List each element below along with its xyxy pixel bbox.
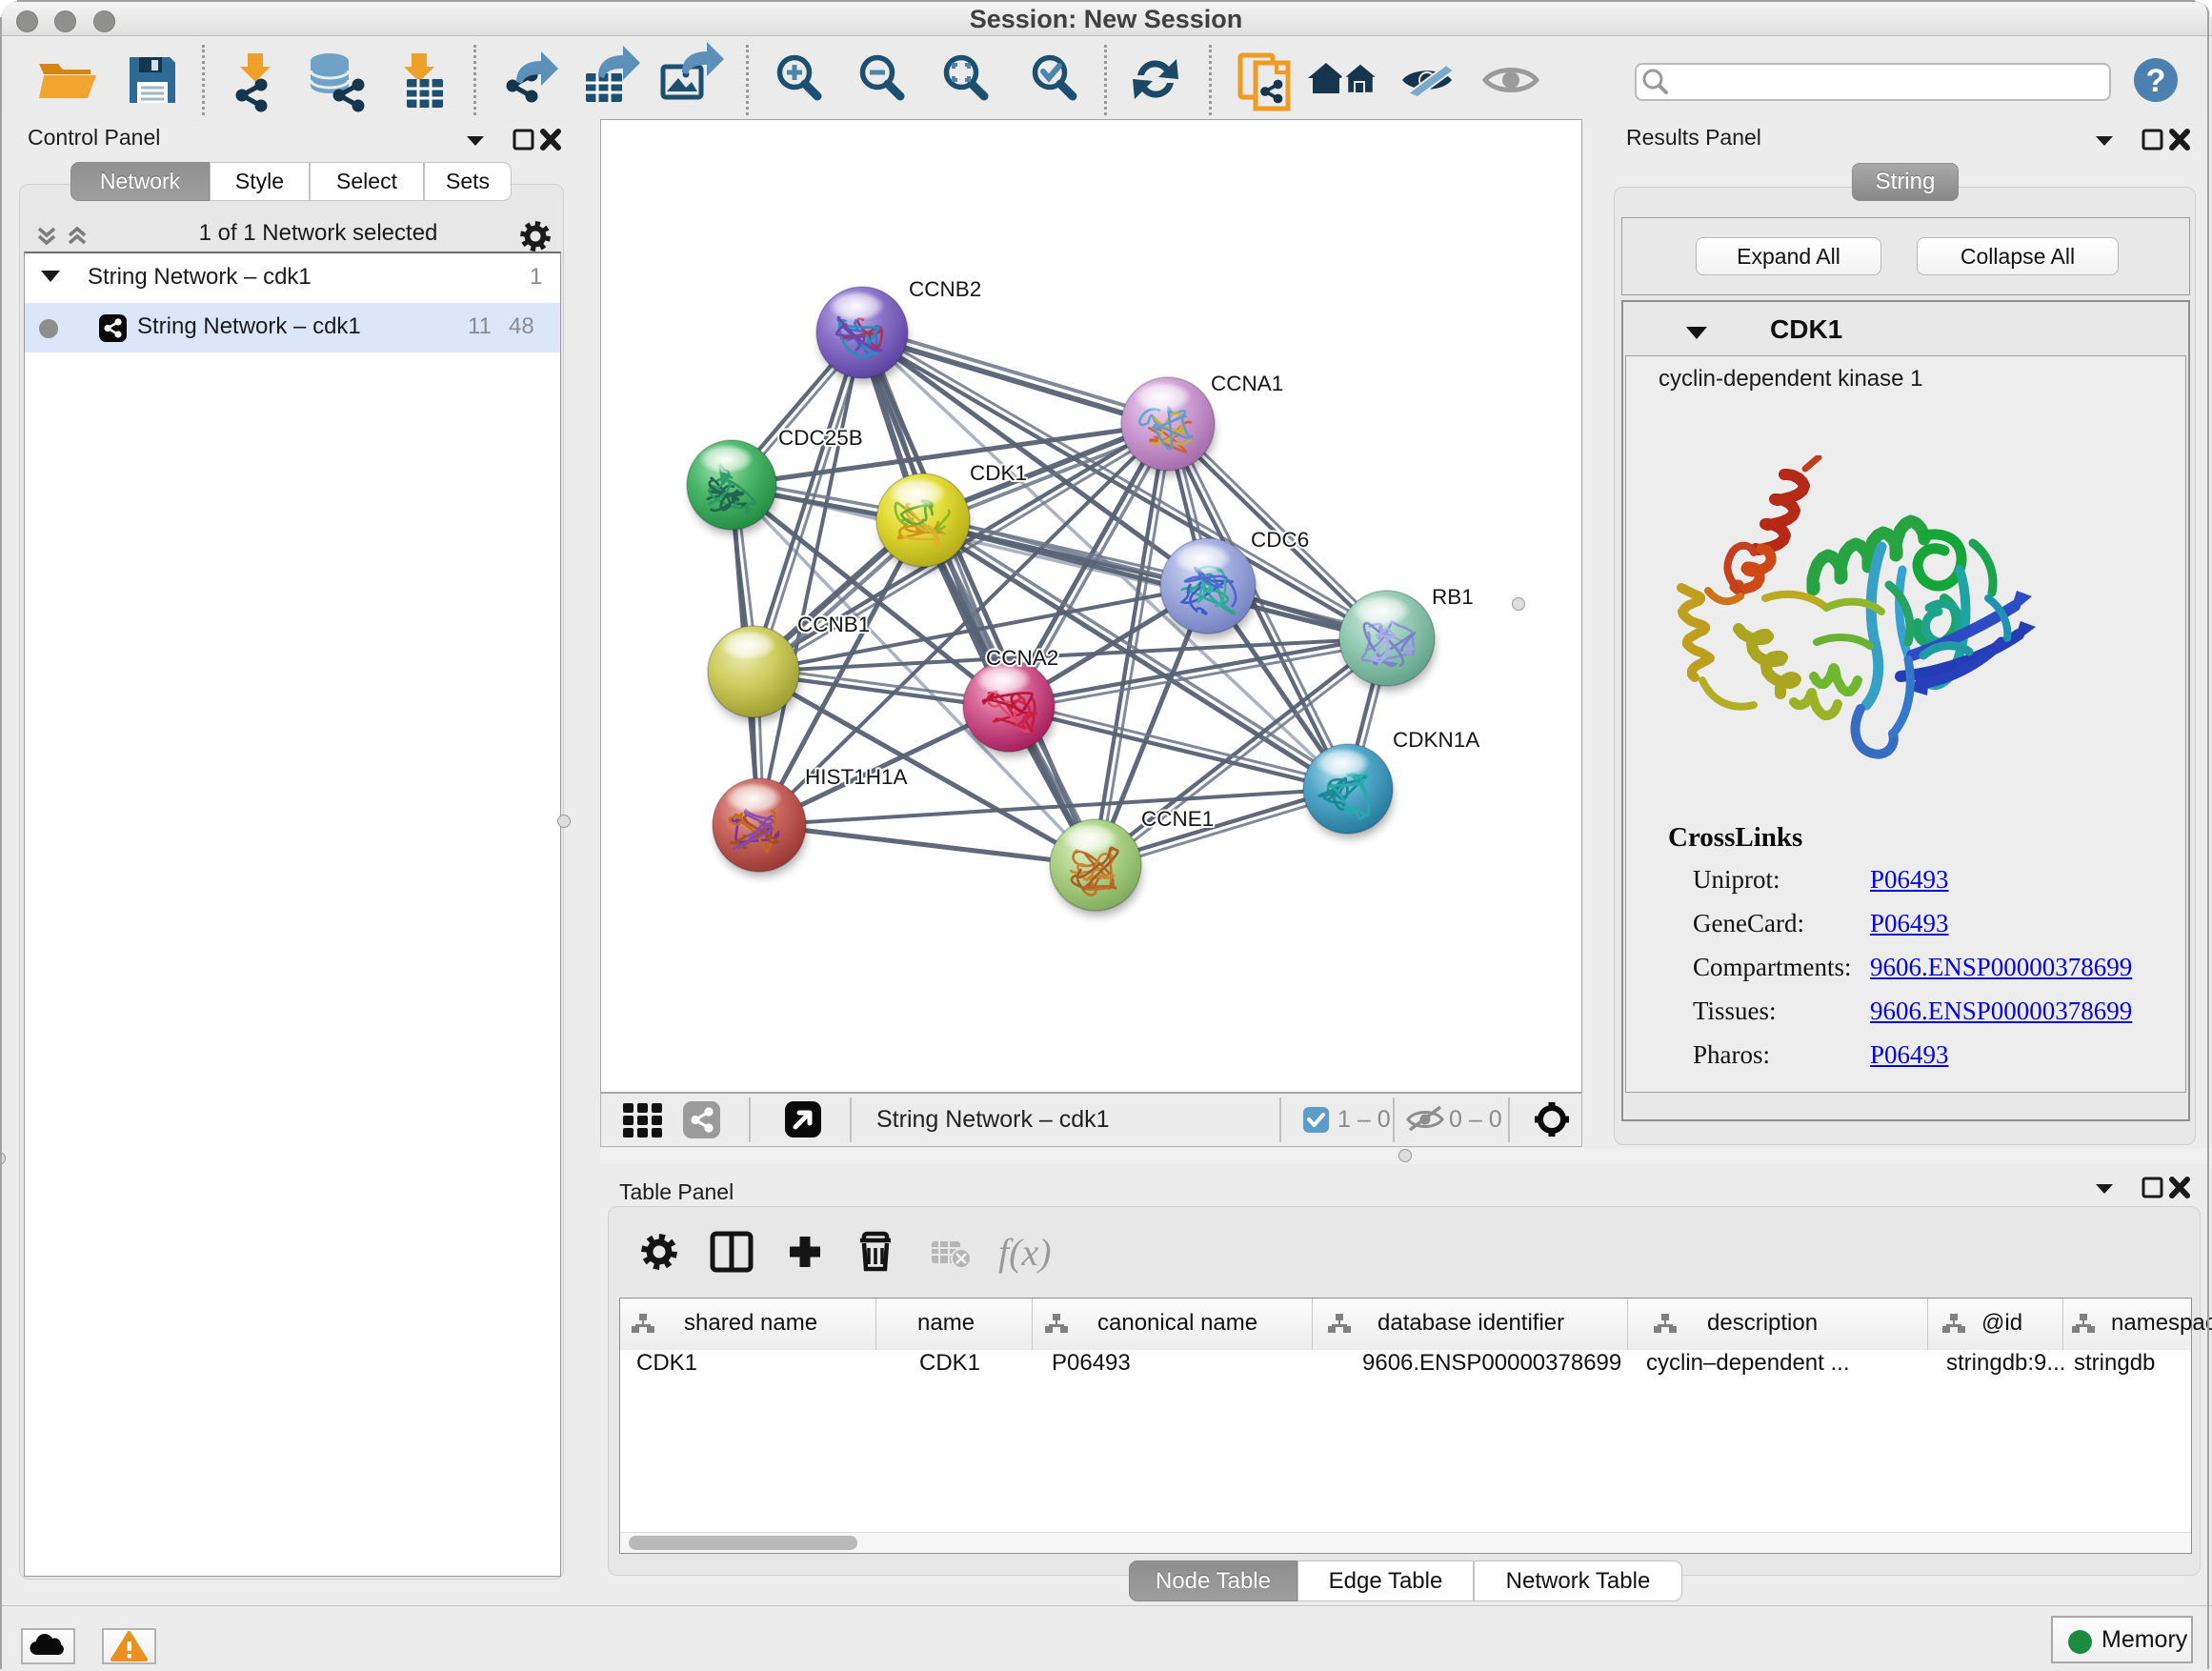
svg-text:f(x): f(x) [998, 1231, 1052, 1274]
svg-text:CCNA1: CCNA1 [1211, 372, 1283, 395]
svg-text:CDKN1A: CDKN1A [1393, 728, 1479, 752]
svg-text:CCNB2: CCNB2 [909, 277, 981, 301]
svg-text:CCNE1: CCNE1 [1141, 807, 1214, 831]
svg-text:CDC25B: CDC25B [778, 426, 863, 450]
svg-text:CCNB1: CCNB1 [797, 613, 870, 636]
svg-text:0 – 0: 0 – 0 [1449, 1106, 1502, 1133]
svg-text:CDK1: CDK1 [970, 461, 1027, 485]
svg-text:String Network – cdk1: String Network – cdk1 [876, 1106, 1110, 1133]
svg-text:CCNA2: CCNA2 [986, 646, 1058, 670]
svg-text:?: ? [2146, 63, 2166, 99]
svg-text:HIST1H1A: HIST1H1A [805, 765, 908, 789]
svg-text:CDC6: CDC6 [1251, 528, 1309, 552]
svg-text:RB1: RB1 [1432, 585, 1474, 609]
svg-text:1 – 0: 1 – 0 [1337, 1106, 1391, 1133]
